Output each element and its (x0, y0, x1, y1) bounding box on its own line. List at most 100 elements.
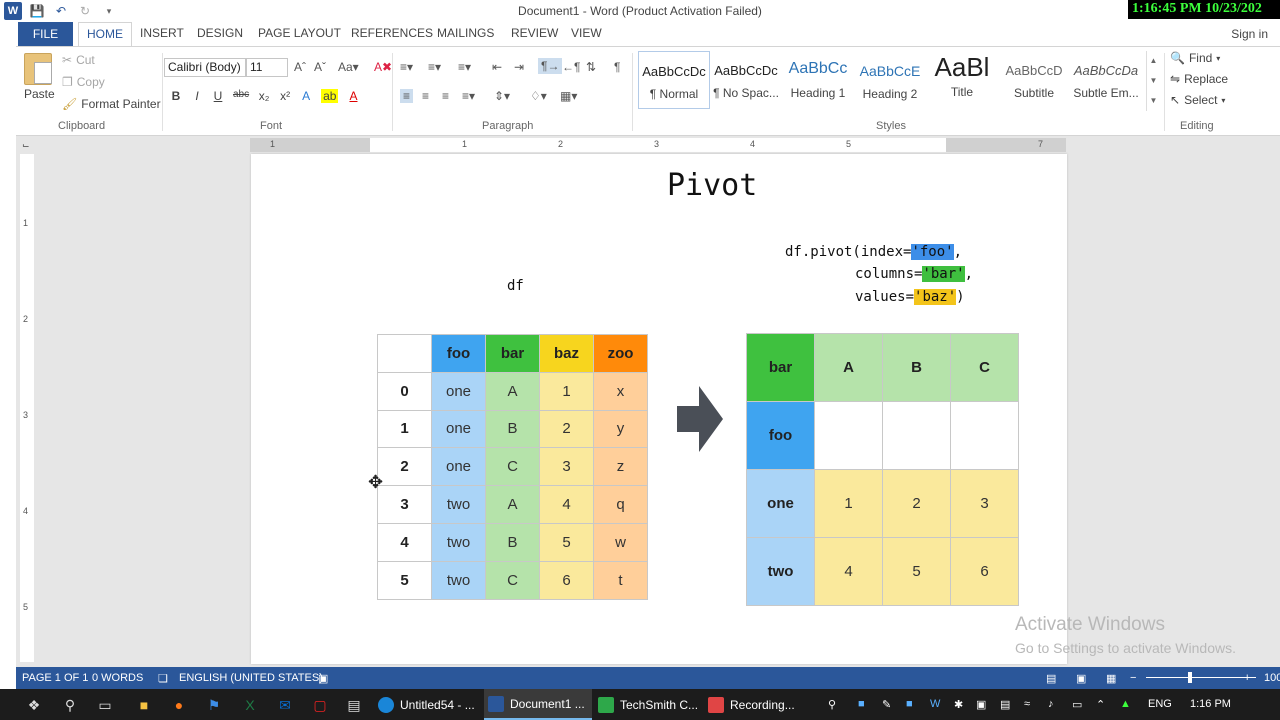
people-icon[interactable]: ⚲ (828, 698, 836, 711)
tab-review[interactable]: REVIEW (511, 26, 558, 40)
input-language[interactable]: ENG (1148, 698, 1172, 710)
align-right-icon[interactable]: ≡ (442, 89, 449, 103)
word-count[interactable]: 0 WORDS (92, 672, 143, 684)
font-size-box[interactable]: 11 (246, 58, 288, 77)
style-heading-2[interactable]: AaBbCcE Heading 2 (854, 51, 926, 109)
cut-button[interactable]: ✂ Cut (62, 53, 95, 67)
line-spacing-icon[interactable]: ⇕▾ (494, 89, 510, 103)
security-icon[interactable]: ⚑ (204, 695, 224, 715)
borders-icon[interactable]: ▦▾ (560, 89, 577, 103)
font-name-box[interactable]: Calibri (Body) (164, 58, 246, 77)
italic-icon[interactable]: I (191, 89, 203, 103)
taskbar-app-techsmith[interactable]: TechSmith C... (594, 689, 702, 720)
font-color-icon[interactable]: A (347, 89, 359, 103)
taskbar-app-recording[interactable]: Recording... (704, 689, 812, 720)
document-page[interactable]: Pivot df.pivot(index='foo', columns='bar… (251, 154, 1067, 664)
taskbar-app-word[interactable]: Document1 ... (484, 689, 592, 720)
zoom-level[interactable]: 100 (1264, 672, 1280, 684)
align-left-icon[interactable]: ≡ (400, 89, 414, 103)
bullets-icon[interactable]: ≡▾ (400, 60, 413, 74)
rtl-icon[interactable]: ←¶ (562, 60, 580, 74)
bold-icon[interactable]: B (170, 89, 182, 103)
sign-in-link[interactable]: Sign in (1231, 27, 1268, 41)
increase-indent-icon[interactable]: ⇥ (514, 60, 524, 74)
language-status[interactable]: ENGLISH (UNITED STATES) (179, 672, 323, 684)
text-effects-icon[interactable]: A (300, 89, 312, 103)
tab-selector-icon[interactable]: ⌙ (22, 140, 34, 152)
multilevel-list-icon[interactable]: ≡▾ (458, 60, 471, 74)
decrease-indent-icon[interactable]: ⇤ (492, 60, 502, 74)
tab-page-layout[interactable]: PAGE LAYOUT (258, 26, 341, 40)
paste-icon[interactable] (24, 53, 52, 85)
style-subtitle[interactable]: AaBbCcD Subtitle (998, 51, 1070, 109)
change-case-icon[interactable]: Aa▾ (338, 60, 359, 74)
network-icon[interactable]: ▤ (1000, 698, 1010, 711)
tab-mailings[interactable]: MAILINGS (437, 26, 494, 40)
wifi-icon[interactable]: ≈ (1024, 698, 1030, 710)
search-icon[interactable]: ⚲ (60, 695, 80, 715)
volume-icon[interactable]: ♪ (1048, 698, 1054, 710)
select-button[interactable]: ↖ Select ▾ (1170, 93, 1225, 107)
zoom-out-icon[interactable]: − (1130, 672, 1136, 684)
shrink-font-icon[interactable]: Aˇ (314, 60, 326, 74)
web-layout-icon[interactable]: ▦ (1106, 672, 1116, 685)
firefox-icon[interactable]: ● (169, 695, 189, 715)
tray-app-icon[interactable]: W (930, 698, 940, 710)
tab-view[interactable]: VIEW (571, 26, 602, 40)
zoom-in-icon[interactable]: + (1244, 672, 1250, 684)
strikethrough-icon[interactable]: abc (233, 89, 249, 103)
tray-app-icon[interactable]: ■ (906, 698, 913, 710)
excel-icon[interactable]: X (240, 695, 260, 715)
proofing-icon[interactable]: ❏ (158, 672, 168, 685)
task-view-icon[interactable]: ▭ (95, 695, 115, 715)
tab-references[interactable]: REFERENCES (351, 26, 433, 40)
tray-app-icon[interactable]: ■ (858, 698, 865, 710)
style-heading-1[interactable]: AaBbCc Heading 1 (782, 51, 854, 109)
file-explorer-icon[interactable]: ■ (134, 695, 154, 715)
numbering-icon[interactable]: ≡▾ (428, 60, 441, 74)
tray-green-icon[interactable]: ▲ (1120, 698, 1131, 710)
horizontal-ruler[interactable]: 1 1 2 3 4 5 7 (250, 138, 1066, 152)
paste-button[interactable]: Paste (24, 87, 55, 101)
battery-icon[interactable]: ▭ (1072, 698, 1082, 711)
grow-font-icon[interactable]: Aˆ (294, 60, 306, 74)
align-center-icon[interactable]: ≡ (422, 89, 429, 103)
copy-button[interactable]: ❐ Copy (62, 75, 105, 89)
find-button[interactable]: 🔍 Find ▾ (1170, 51, 1220, 65)
taskbar-clock[interactable]: 1:16 PM (1190, 698, 1231, 710)
style-no-spacing[interactable]: AaBbCcDc ¶ No Spac... (710, 51, 782, 109)
justify-icon[interactable]: ≡▾ (462, 89, 475, 103)
page-count[interactable]: PAGE 1 OF 1 (22, 672, 88, 684)
read-mode-icon[interactable]: ▤ (1046, 672, 1056, 685)
pdf-icon[interactable]: ▢ (310, 695, 330, 715)
format-painter-button[interactable]: 🖌 Format Painter (62, 97, 161, 111)
shading-icon[interactable]: ♢▾ (530, 89, 547, 103)
style-subtle-emphasis[interactable]: AaBbCcDa Subtle Em... (1070, 51, 1142, 109)
styles-scroll[interactable]: ▲ ▼ ▼ (1146, 51, 1160, 111)
clear-formatting-icon[interactable]: A✖ (374, 60, 392, 74)
tab-file[interactable]: FILE (18, 22, 73, 46)
store-icon[interactable]: ▤ (344, 695, 364, 715)
macro-icon[interactable]: ▣ (318, 672, 328, 685)
zoom-slider[interactable] (1146, 677, 1256, 678)
tab-home[interactable]: HOME (78, 22, 132, 46)
mail-icon[interactable]: ✉ (275, 695, 295, 715)
superscript-icon[interactable]: x² (279, 89, 291, 103)
pen-icon[interactable]: ✎ (882, 698, 891, 711)
ltr-icon[interactable]: ¶→ (538, 58, 563, 74)
tab-design[interactable]: DESIGN (197, 26, 243, 40)
subscript-icon[interactable]: x₂ (258, 89, 270, 103)
zoom-slider-thumb[interactable] (1188, 672, 1192, 683)
taskbar-app-edge[interactable]: Untitled54 - ... (374, 689, 482, 720)
windows-start-icon[interactable]: ❖ (24, 695, 44, 715)
sort-icon[interactable]: ⇅ (586, 60, 596, 74)
underline-icon[interactable]: U (212, 89, 224, 103)
show-formatting-icon[interactable]: ¶ (614, 60, 620, 74)
tray-app-icon[interactable]: ▣ (976, 698, 986, 711)
tab-insert[interactable]: INSERT (140, 26, 184, 40)
print-layout-icon[interactable]: ▣ (1076, 672, 1086, 685)
bluetooth-icon[interactable]: ✱ (954, 698, 963, 711)
up-arrow-icon[interactable]: ⌃ (1096, 698, 1105, 711)
style-title[interactable]: AaBl Title (926, 51, 998, 109)
style-normal[interactable]: AaBbCcDc ¶ Normal (638, 51, 710, 109)
